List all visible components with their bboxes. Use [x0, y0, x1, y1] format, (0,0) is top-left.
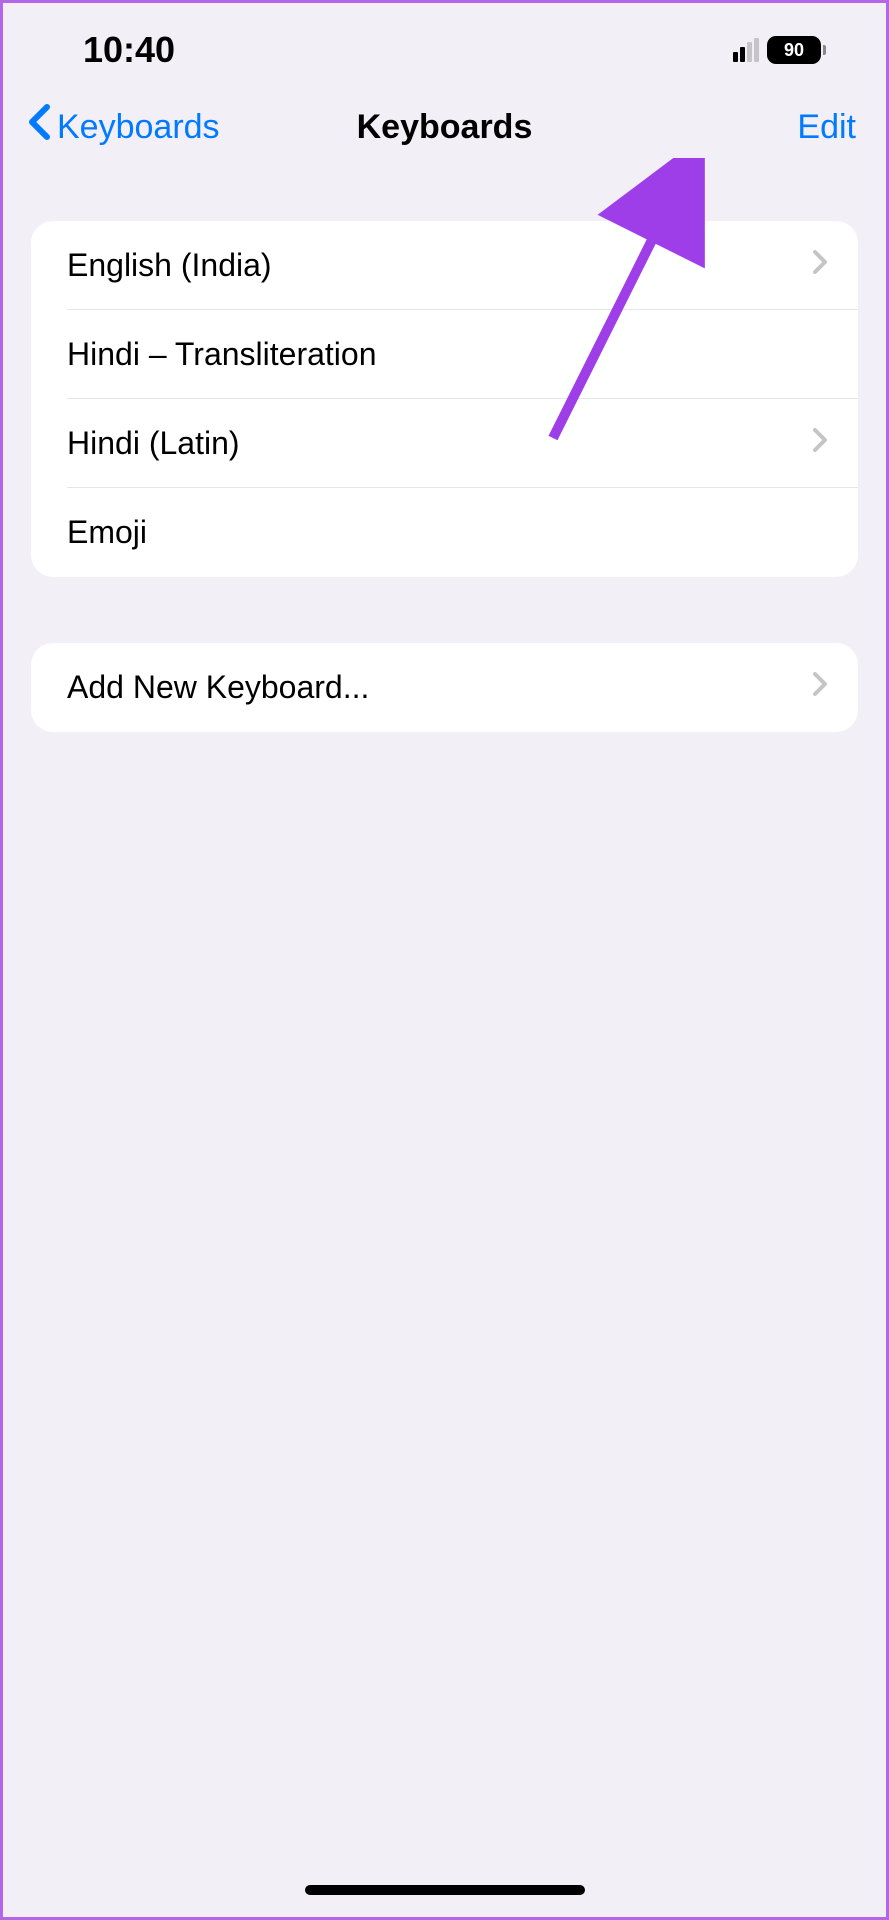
back-button[interactable]: Keyboards [27, 103, 220, 151]
keyboard-label: Emoji [67, 514, 147, 551]
content-area: English (India) Hindi – Transliteration … [3, 181, 886, 732]
battery-icon: 90 [767, 36, 826, 64]
keyboard-item-emoji[interactable]: Emoji [31, 488, 858, 577]
add-keyboard-label: Add New Keyboard... [67, 669, 369, 706]
add-keyboard-group: Add New Keyboard... [31, 643, 858, 732]
chevron-left-icon [27, 103, 51, 151]
keyboard-label: Hindi (Latin) [67, 425, 240, 462]
status-bar: 10:40 90 [3, 3, 886, 83]
chevron-right-icon [812, 249, 828, 283]
keyboard-label: Hindi – Transliteration [67, 336, 376, 373]
chevron-right-icon [812, 671, 828, 705]
cellular-signal-icon [733, 38, 759, 62]
home-indicator[interactable] [305, 1885, 585, 1895]
status-time: 10:40 [83, 29, 175, 71]
edit-button[interactable]: Edit [797, 108, 856, 147]
keyboards-list: English (India) Hindi – Transliteration … [31, 221, 858, 577]
back-label: Keyboards [57, 108, 220, 147]
keyboard-item-hindi-transliteration[interactable]: Hindi – Transliteration [31, 310, 858, 399]
chevron-right-icon [812, 427, 828, 461]
status-indicators: 90 [733, 36, 826, 64]
add-new-keyboard-button[interactable]: Add New Keyboard... [31, 643, 858, 732]
page-title: Keyboards [357, 108, 533, 147]
keyboard-item-hindi-latin[interactable]: Hindi (Latin) [31, 399, 858, 488]
keyboard-item-english-india[interactable]: English (India) [31, 221, 858, 310]
keyboard-label: English (India) [67, 247, 272, 284]
navigation-bar: Keyboards Keyboards Edit [3, 83, 886, 181]
